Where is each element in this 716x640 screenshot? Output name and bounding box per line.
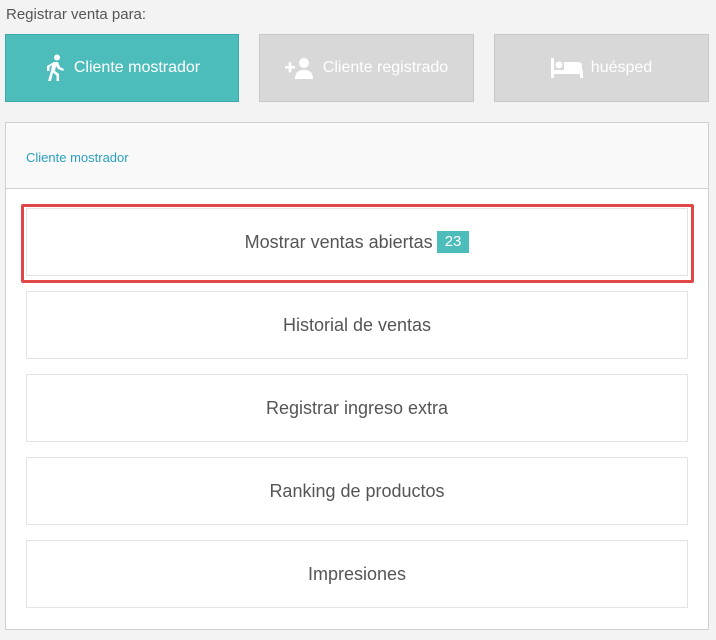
prints-button[interactable]: Impresiones bbox=[26, 540, 688, 608]
page-title: Registrar venta para: bbox=[6, 6, 147, 23]
customer-type-label: huésped bbox=[590, 59, 653, 76]
register-extra-income-label: Registrar ingreso extra bbox=[265, 397, 449, 418]
sales-history-button[interactable]: Historial de ventas bbox=[26, 291, 688, 359]
walking-person-icon bbox=[44, 54, 66, 82]
panel-header: Cliente mostrador bbox=[6, 123, 708, 189]
open-sales-label: Mostrar ventas abiertas bbox=[244, 231, 433, 252]
register-extra-income-button[interactable]: Registrar ingreso extra bbox=[26, 374, 688, 442]
product-ranking-button[interactable]: Ranking de productos bbox=[26, 457, 688, 525]
customer-type-counter-button[interactable]: Cliente mostrador bbox=[5, 34, 239, 102]
customer-type-label: Cliente registrado bbox=[322, 59, 449, 76]
open-sales-count-badge: 23 bbox=[436, 231, 470, 253]
selected-customer-link[interactable]: Cliente mostrador bbox=[26, 150, 129, 165]
actions-panel: Cliente mostrador Mostrar ventas abierta… bbox=[5, 122, 709, 630]
customer-type-label: Cliente mostrador bbox=[73, 59, 201, 76]
sales-history-label: Historial de ventas bbox=[282, 314, 432, 335]
open-sales-button[interactable]: Mostrar ventas abiertas 23 bbox=[26, 208, 688, 276]
add-user-icon bbox=[284, 57, 315, 79]
prints-label: Impresiones bbox=[307, 563, 407, 584]
bed-icon bbox=[550, 58, 583, 78]
product-ranking-label: Ranking de productos bbox=[269, 480, 445, 501]
customer-type-registered-button[interactable]: Cliente registrado bbox=[259, 34, 474, 102]
customer-type-guest-button[interactable]: huésped bbox=[494, 34, 709, 102]
